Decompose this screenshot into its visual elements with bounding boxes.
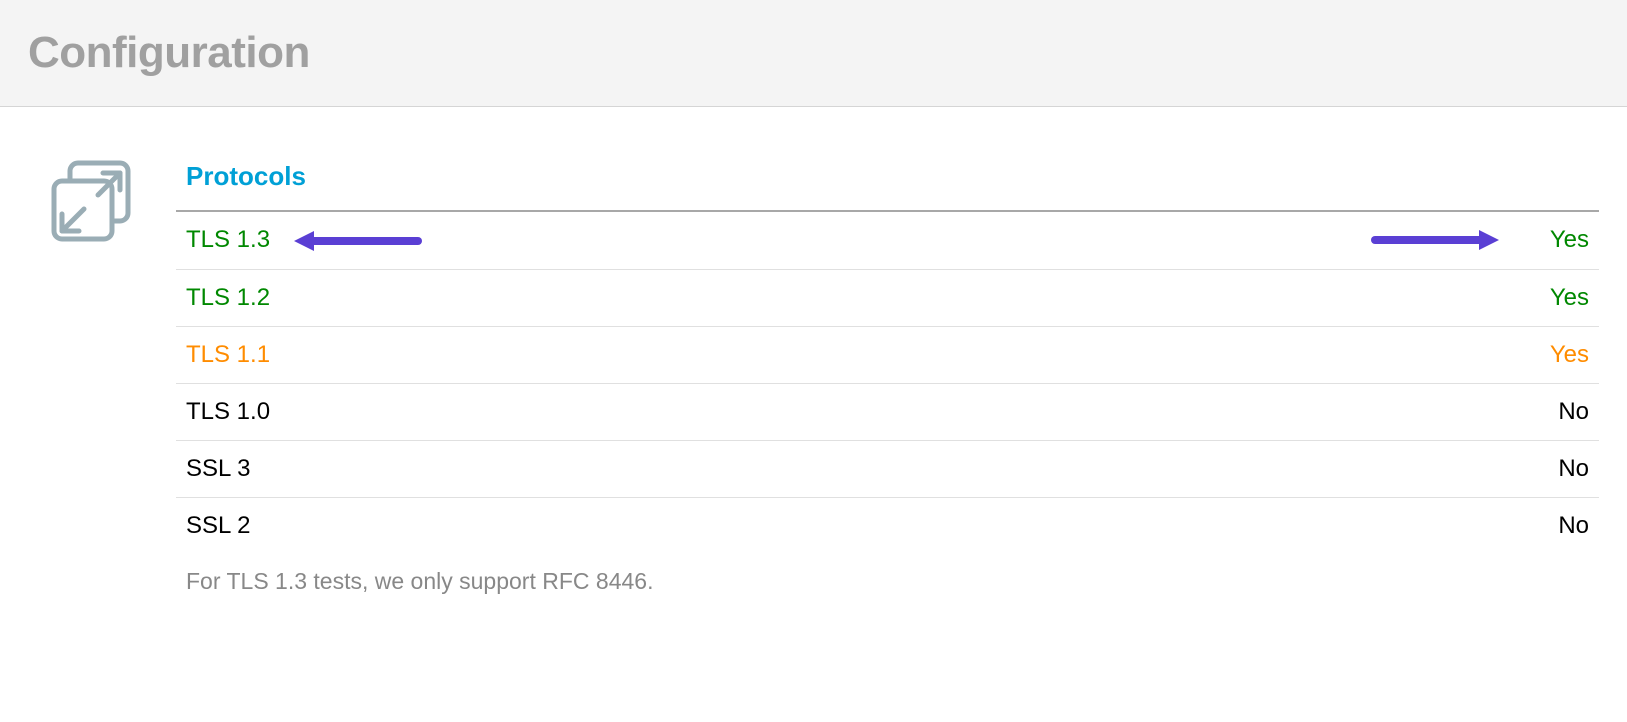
- table-row: SSL 2 No: [176, 497, 1599, 554]
- expand-icon[interactable]: [48, 234, 136, 251]
- protocol-name: TLS 1.3: [186, 226, 270, 253]
- table-row: TLS 1.0 No: [176, 383, 1599, 440]
- protocol-value: No: [1558, 455, 1589, 482]
- protocol-value: Yes: [1550, 226, 1589, 253]
- protocol-name: SSL 3: [186, 455, 251, 482]
- protocol-value: Yes: [1550, 341, 1589, 368]
- table-row: TLS 1.2 Yes: [176, 269, 1599, 326]
- table-row: TLS 1.1 Yes: [176, 326, 1599, 383]
- protocol-name: SSL 2: [186, 512, 251, 539]
- protocol-value: Yes: [1550, 284, 1589, 311]
- protocol-name: TLS 1.1: [186, 341, 270, 368]
- protocol-name: TLS 1.0: [186, 398, 270, 425]
- arrow-left-icon: [290, 227, 422, 255]
- protocol-name: TLS 1.2: [186, 284, 270, 311]
- protocols-table: TLS 1.3YesTLS 1.2YesTLS 1.1YesTLS 1.0NoS…: [176, 210, 1599, 554]
- section-title-protocols: Protocols: [186, 161, 1599, 192]
- protocol-value: No: [1558, 512, 1589, 539]
- page-title: Configuration: [28, 28, 1599, 78]
- table-row: SSL 3 No: [176, 440, 1599, 497]
- protocol-value: No: [1558, 398, 1589, 425]
- table-row: TLS 1.3 Yes: [176, 211, 1599, 269]
- arrow-right-icon: [1371, 226, 1503, 254]
- protocols-note: For TLS 1.3 tests, we only support RFC 8…: [176, 554, 1599, 595]
- header-bar: Configuration: [0, 0, 1627, 107]
